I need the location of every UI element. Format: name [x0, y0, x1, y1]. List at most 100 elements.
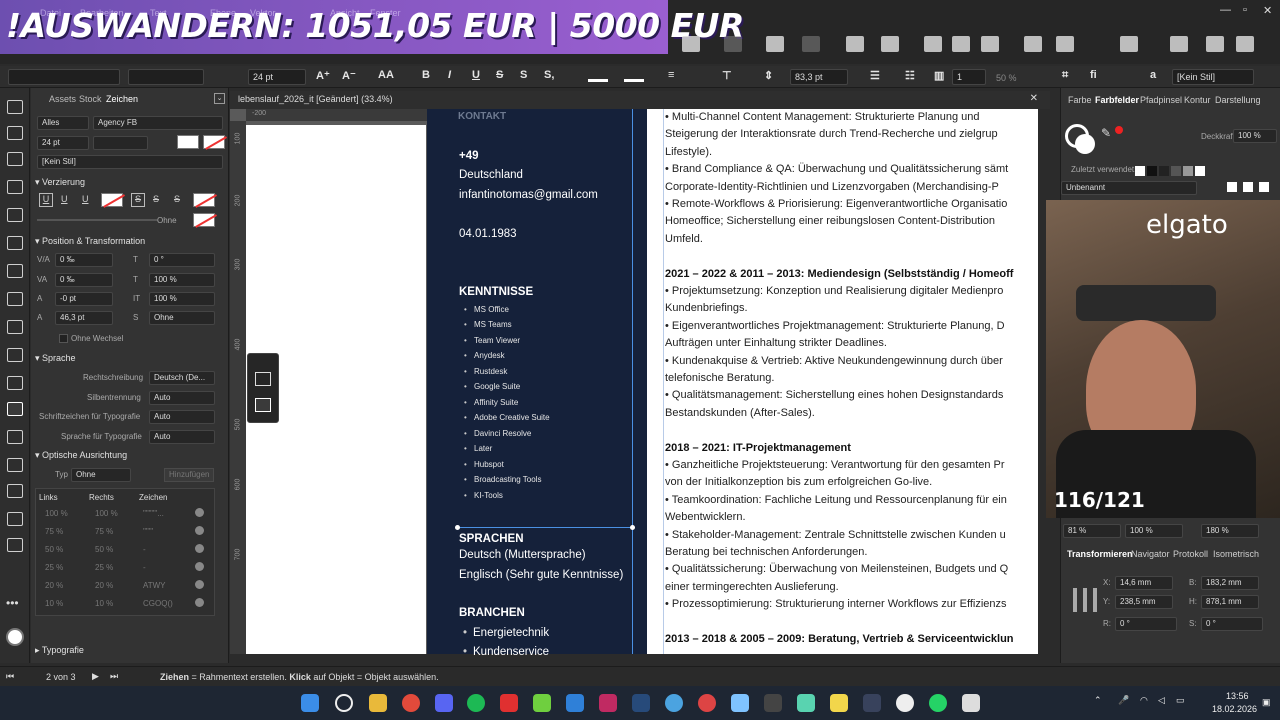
wifi-icon[interactable]: ◠ — [1140, 695, 1148, 706]
italic-button[interactable]: I — [448, 69, 451, 81]
text-frame-icon[interactable] — [255, 372, 271, 386]
thick-strike-toggle[interactable]: S — [174, 194, 180, 204]
transform-icon[interactable] — [924, 36, 942, 52]
tab-stock[interactable]: Stock — [79, 94, 102, 104]
table-cell[interactable]: CGOQ() — [143, 599, 173, 608]
transform-icon[interactable] — [952, 36, 970, 52]
table-cell[interactable]: 50 % — [45, 545, 63, 554]
text-wrap-tool-icon[interactable] — [7, 484, 23, 498]
bullet-list-icon[interactable]: ☰ — [870, 69, 880, 82]
branch-item[interactable]: Energietechnik — [463, 627, 549, 639]
font-family-select[interactable] — [8, 69, 120, 85]
recent-swatch[interactable] — [1171, 166, 1181, 176]
tab-appearance[interactable]: Darstellung — [1215, 95, 1261, 105]
remove-row-icon[interactable] — [195, 544, 204, 553]
toolbar-icon[interactable] — [724, 36, 742, 52]
table-cell[interactable]: ATWY — [143, 581, 166, 590]
branch-item[interactable]: Kundenservice — [463, 646, 549, 658]
table-cell[interactable]: 20 % — [45, 581, 63, 590]
table-cell[interactable]: 20 % — [95, 581, 113, 590]
cv-body-line[interactable]: • Brand Compliance & QA: Überwachung und… — [665, 163, 1008, 175]
selection-handle[interactable] — [630, 525, 635, 530]
snap-icon[interactable] — [1170, 36, 1188, 52]
cv-body-line[interactable]: • Eigenverantwortliches Projektmanagemen… — [665, 320, 1005, 332]
crop-tool-icon[interactable] — [7, 180, 23, 194]
alternate-a-button[interactable]: a — [1150, 69, 1156, 81]
table-cell[interactable]: 50 % — [95, 545, 113, 554]
frame-icon[interactable]: ⌗ — [1062, 69, 1068, 82]
subscript-button[interactable]: S, — [544, 69, 554, 81]
app-icon[interactable] — [863, 694, 881, 712]
cv-body-line[interactable]: Aufträgen unter Einhaltung strikter Dead… — [665, 337, 887, 349]
app-icon[interactable] — [962, 694, 980, 712]
maximize-icon[interactable]: ▫ — [1243, 4, 1247, 16]
palette-select[interactable]: Unbenannt — [1061, 181, 1197, 195]
underline-color-swatch[interactable] — [101, 193, 123, 207]
last-page-icon[interactable]: ⏭ — [110, 671, 118, 682]
phone-text[interactable]: +49 — [459, 150, 479, 162]
strike-color-swatch[interactable] — [193, 193, 215, 207]
align-left-icon[interactable]: ≡ — [668, 69, 674, 81]
skills-heading[interactable]: KENNTNISSE — [459, 286, 533, 298]
background-swatch-none[interactable] — [203, 135, 225, 149]
cv-section-heading[interactable]: 2021 – 2022 & 2011 – 2013: Mediendesign … — [665, 268, 1013, 280]
font-size-input[interactable]: 24 pt — [37, 136, 89, 150]
app-icon[interactable] — [698, 694, 716, 712]
text-color-icon[interactable] — [588, 72, 608, 82]
cv-sidebar[interactable]: KONTAKT +49 Deutschland infantinotomas@g… — [427, 109, 647, 658]
cv-body-line[interactable]: Steigerung der Interaktionsrate durch Tr… — [665, 128, 998, 140]
underline-button[interactable]: U — [472, 69, 480, 81]
double-underline-toggle[interactable]: U — [61, 194, 68, 204]
language-item[interactable]: Englisch (Sehr gute Kenntnisse) — [459, 569, 623, 581]
selection-handle[interactable] — [455, 525, 460, 530]
no-change-checkbox[interactable] — [59, 334, 68, 343]
font-size-select[interactable]: 24 pt — [248, 69, 306, 85]
skill-item[interactable]: Hubspot — [464, 460, 504, 469]
tab-color[interactable]: Farbe — [1068, 95, 1092, 105]
recent-swatch[interactable] — [1183, 166, 1193, 176]
first-page-icon[interactable]: ⏮ — [6, 671, 14, 682]
recent-swatch[interactable] — [1147, 166, 1157, 176]
skill-item[interactable]: Davinci Resolve — [464, 429, 531, 438]
next-page-icon[interactable]: ▶ — [92, 671, 99, 682]
country-text[interactable]: Deutschland — [459, 169, 523, 181]
languages-heading[interactable]: SPRACHEN — [459, 533, 524, 545]
bold-button[interactable]: B — [422, 69, 430, 81]
section-decoration-title[interactable]: ▾ Verzierung — [35, 177, 85, 188]
anchor-grid-icon[interactable] — [1073, 588, 1097, 612]
type-select[interactable]: Ohne — [71, 468, 131, 482]
chrome-icon[interactable] — [402, 694, 420, 712]
spotify-icon[interactable] — [467, 694, 485, 712]
birthdate-text[interactable]: 04.01.1983 — [459, 228, 517, 240]
app-icon[interactable] — [797, 694, 815, 712]
width-input[interactable]: 183,2 mm — [1201, 576, 1259, 590]
artboard-tool-icon[interactable] — [7, 126, 23, 140]
font-name-select[interactable]: Agency FB — [93, 116, 223, 130]
cv-body-line[interactable]: • Kundenakquise & Vertrieb: Aktive Neuku… — [665, 355, 1003, 367]
tab-transform[interactable]: Transformieren — [1067, 549, 1133, 559]
decoration-fill-swatch[interactable] — [193, 213, 215, 227]
shear-input[interactable]: 0 ° — [149, 253, 215, 267]
kerning-input[interactable]: 0 ‰ — [55, 253, 113, 267]
discord-icon[interactable] — [435, 694, 453, 712]
clock-date[interactable]: 18.02.2026 — [1212, 704, 1257, 714]
skill-item[interactable]: MS Office — [464, 305, 509, 314]
highlight-color-icon[interactable] — [624, 72, 644, 82]
cv-body-line[interactable]: • Qualitätsmanagement: Sicherstellung ei… — [665, 389, 1003, 401]
grow-font-button[interactable]: A⁺ — [316, 69, 330, 82]
opacity-value[interactable]: 50 % — [996, 73, 1017, 83]
cv-body-line[interactable]: • Remote-Workflows & Priorisierung: Eige… — [665, 198, 1007, 210]
caps-button[interactable]: AA — [378, 69, 394, 81]
skill-item[interactable]: Later — [464, 444, 492, 453]
cv-body-line[interactable]: • Stakeholder-Management: Zentrale Schni… — [665, 529, 1006, 541]
decoration-slider[interactable] — [37, 219, 157, 221]
zoom-input[interactable]: 81 % — [1063, 524, 1121, 538]
y-input[interactable]: 238,5 mm — [1115, 595, 1173, 609]
tab-navigator[interactable]: Navigator — [1131, 549, 1170, 559]
skill-item[interactable]: Google Suite — [464, 382, 520, 391]
font-style-select[interactable] — [128, 69, 204, 85]
color-swatch-icon[interactable] — [6, 628, 24, 646]
zoom-input[interactable]: 180 % — [1201, 524, 1259, 538]
table-cell[interactable]: 75 % — [45, 527, 63, 536]
brush-tool-icon[interactable] — [7, 292, 23, 306]
